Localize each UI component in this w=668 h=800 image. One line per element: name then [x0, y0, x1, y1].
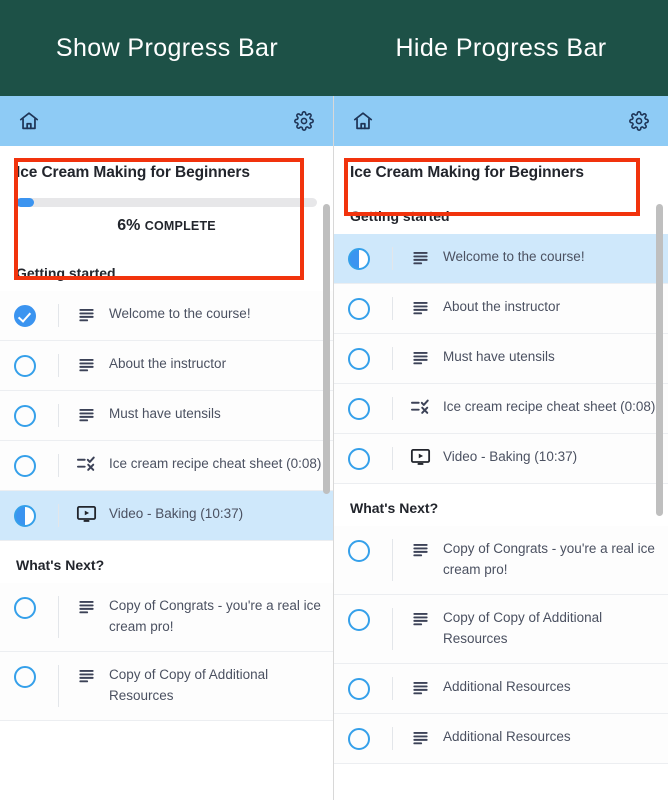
- lesson-list-left: Getting started Welcome to the course! Abo…: [0, 249, 333, 721]
- lesson-status[interactable]: [348, 397, 392, 420]
- lesson-status[interactable]: [14, 404, 58, 427]
- course-content-scroll-left[interactable]: Ice Cream Making for Beginners 6% COMPLE…: [0, 146, 333, 800]
- lesson-row[interactable]: Copy of Copy of Additional Resources: [0, 651, 333, 721]
- course-title: Ice Cream Making for Beginners: [350, 164, 584, 181]
- status-circle-in-progress[interactable]: [348, 248, 370, 270]
- lesson-title: About the instructor: [443, 299, 561, 314]
- comparison-header: Show Progress Bar Hide Progress Bar: [0, 0, 668, 96]
- lesson-row[interactable]: Copy of Congrats - you're a real ice cre…: [334, 526, 668, 595]
- status-circle-not-started[interactable]: [348, 398, 370, 420]
- progress-fill: [16, 198, 35, 207]
- lesson-row[interactable]: Additional Resources: [334, 663, 668, 714]
- status-circle-not-started[interactable]: [348, 448, 370, 470]
- status-circle-not-started[interactable]: [348, 677, 370, 700]
- lesson-title: About the instructor: [109, 356, 227, 371]
- lesson-status[interactable]: [14, 454, 58, 477]
- status-circle-not-started[interactable]: [14, 455, 36, 477]
- screenshot-root: Show Progress Bar Hide Progress Bar Ice …: [0, 0, 668, 800]
- lesson-list-right: Getting started Welcome to the course! Abo…: [334, 192, 668, 764]
- section-heading: What's Next?: [334, 484, 668, 526]
- home-icon[interactable]: [16, 108, 42, 134]
- progress-complete-word: COMPLETE: [144, 219, 216, 233]
- status-circle-in-progress[interactable]: [14, 505, 36, 527]
- lesson-row[interactable]: Additional Resources: [334, 713, 668, 764]
- show-progress-bar-panel: Ice Cream Making for Beginners 6% COMPLE…: [0, 96, 334, 800]
- section-heading: Getting started: [334, 192, 668, 234]
- lesson-status[interactable]: [14, 504, 58, 527]
- lesson-title: Video - Baking (10:37): [109, 506, 244, 521]
- lesson-row[interactable]: About the instructor: [0, 341, 333, 391]
- lesson-title: Ice cream recipe cheat sheet (0:08): [443, 399, 656, 414]
- lesson-status[interactable]: [348, 539, 392, 562]
- section-heading: Getting started: [0, 249, 333, 291]
- lesson-row[interactable]: Copy of Congrats - you're a real ice cre…: [0, 583, 333, 652]
- lesson-row[interactable]: Welcome to the course!: [334, 234, 668, 284]
- course-header-right: Ice Cream Making for Beginners: [334, 146, 668, 192]
- progress-track: [16, 198, 317, 207]
- lesson-status[interactable]: [348, 608, 392, 631]
- lesson-status[interactable]: [14, 596, 58, 619]
- lesson-status[interactable]: [14, 354, 58, 377]
- gear-icon[interactable]: [291, 108, 317, 134]
- progress-label: 6% COMPLETE: [16, 217, 317, 235]
- hide-progress-bar-panel: Ice Cream Making for Beginners Getting s…: [334, 96, 668, 800]
- lesson-status[interactable]: [348, 447, 392, 470]
- lesson-title: Welcome to the course!: [443, 249, 585, 264]
- status-circle-not-started[interactable]: [14, 665, 36, 688]
- lesson-title: Copy of Copy of Additional Resources: [443, 609, 603, 646]
- right-panel-caption: Hide Progress Bar: [395, 33, 607, 62]
- lesson-row[interactable]: Must have utensils: [0, 391, 333, 441]
- lesson-row[interactable]: About the instructor: [334, 284, 668, 334]
- scrollbar-left[interactable]: [323, 204, 330, 494]
- lesson-status[interactable]: [14, 304, 58, 327]
- status-circle-not-started[interactable]: [348, 608, 370, 631]
- status-circle-not-started[interactable]: [348, 298, 370, 320]
- app-bar-right: [334, 96, 668, 146]
- progress-percent: 6%: [117, 217, 141, 234]
- course-title: Ice Cream Making for Beginners: [16, 164, 250, 181]
- status-circle-not-started[interactable]: [14, 597, 36, 619]
- status-circle-complete[interactable]: [14, 305, 36, 327]
- lesson-row[interactable]: Copy of Copy of Additional Resources: [334, 594, 668, 664]
- lesson-row[interactable]: Ice cream recipe cheat sheet (0:08): [334, 384, 668, 434]
- scrollbar-right[interactable]: [656, 204, 663, 516]
- lesson-row[interactable]: Welcome to the course!: [0, 291, 333, 341]
- lesson-title: Welcome to the course!: [109, 306, 251, 321]
- lesson-row[interactable]: Video - Baking (10:37): [334, 434, 668, 484]
- status-circle-not-started[interactable]: [348, 348, 370, 370]
- lesson-title: Ice cream recipe cheat sheet (0:08): [109, 456, 322, 471]
- app-bar-left: [0, 96, 333, 146]
- lesson-status[interactable]: [348, 297, 392, 320]
- lesson-status[interactable]: [348, 677, 392, 700]
- home-icon[interactable]: [350, 108, 376, 134]
- progress-bar-section: 6% COMPLETE: [16, 198, 317, 235]
- lesson-title: Copy of Congrats - you're a real ice cre…: [109, 598, 321, 634]
- lesson-title: Additional Resources: [443, 678, 571, 694]
- lesson-title: Must have utensils: [443, 349, 555, 364]
- lesson-title: Video - Baking (10:37): [443, 449, 578, 464]
- lesson-status[interactable]: [348, 727, 392, 750]
- gear-icon[interactable]: [626, 108, 652, 134]
- lesson-status[interactable]: [348, 247, 392, 270]
- lesson-row[interactable]: Video - Baking (10:37): [0, 491, 333, 541]
- section-heading: What's Next?: [0, 541, 333, 583]
- status-circle-not-started[interactable]: [14, 355, 36, 377]
- course-header-left: Ice Cream Making for Beginners 6% COMPLE…: [0, 146, 333, 249]
- lesson-status[interactable]: [348, 347, 392, 370]
- status-circle-not-started[interactable]: [14, 405, 36, 427]
- lesson-row[interactable]: Must have utensils: [334, 334, 668, 384]
- lesson-title: Copy of Copy of Additional Resources: [109, 666, 269, 703]
- lesson-title: Additional Resources: [443, 728, 571, 744]
- panels-container: Ice Cream Making for Beginners 6% COMPLE…: [0, 96, 668, 800]
- left-panel-caption: Show Progress Bar: [55, 33, 279, 62]
- lesson-title: Copy of Congrats - you're a real ice cre…: [443, 541, 655, 577]
- lesson-status[interactable]: [14, 665, 58, 688]
- status-circle-not-started[interactable]: [348, 727, 370, 750]
- lesson-row[interactable]: Ice cream recipe cheat sheet (0:08): [0, 441, 333, 491]
- status-circle-not-started[interactable]: [348, 540, 370, 562]
- lesson-title: Must have utensils: [109, 406, 221, 421]
- course-content-scroll-right[interactable]: Ice Cream Making for Beginners Getting s…: [334, 146, 668, 800]
